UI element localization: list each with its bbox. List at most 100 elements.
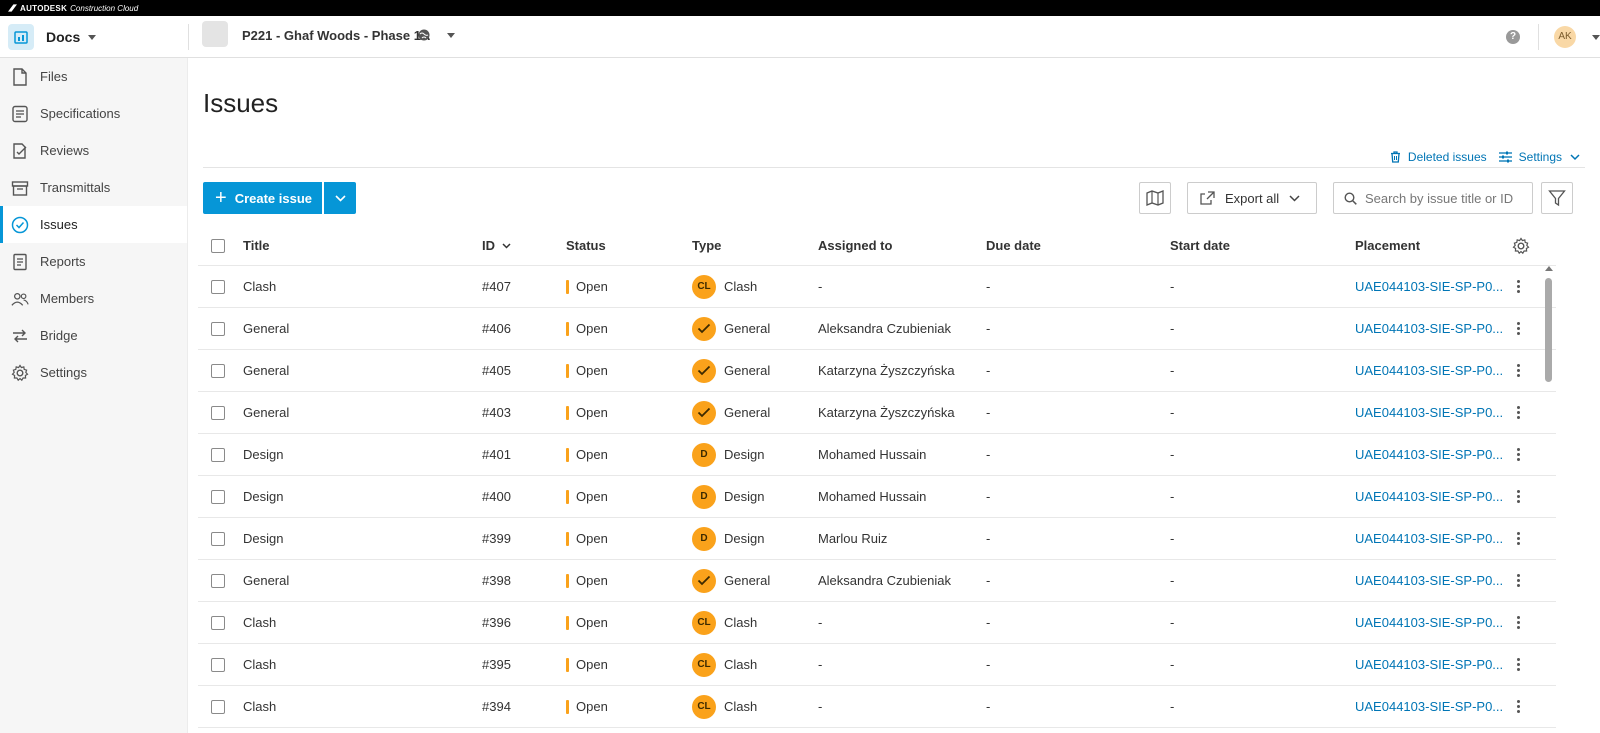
row-more-button[interactable]	[1516, 266, 1520, 307]
issue-id: #406	[482, 321, 511, 336]
help-icon[interactable]: ?	[1506, 30, 1520, 44]
scrollbar-thumb[interactable]	[1545, 278, 1552, 382]
project-thumbnail[interactable]	[202, 21, 228, 47]
column-header-placement[interactable]: Placement	[1355, 226, 1420, 265]
issue-title[interactable]: Clash	[243, 602, 276, 643]
issue-due-date: -	[986, 321, 991, 336]
type-label: Clash	[724, 615, 758, 630]
column-header-id[interactable]: ID	[482, 226, 511, 265]
table-row[interactable]: General #403 Open General Katarzyna Żyszczyń…	[198, 392, 1556, 434]
row-checkbox[interactable]	[211, 615, 225, 630]
main-content: Issues Deleted issues Settings + Create …	[188, 58, 1600, 733]
column-header-start-date[interactable]: Start date	[1170, 226, 1230, 265]
column-header-title[interactable]: Title	[243, 226, 270, 265]
issue-title[interactable]: Clash	[243, 644, 276, 685]
issue-placement-link[interactable]: UAE044103-SIE-SP-P0...	[1355, 686, 1503, 727]
issue-title[interactable]: Clash	[243, 266, 276, 307]
project-chevron-down-icon[interactable]	[447, 33, 455, 38]
deleted-issues-link[interactable]: Deleted issues	[1390, 150, 1487, 164]
row-checkbox[interactable]	[211, 363, 225, 378]
issue-title[interactable]: General	[243, 308, 289, 349]
row-checkbox[interactable]	[211, 531, 225, 546]
table-row[interactable]: Design #399 Open D Design Marlou Ruiz - - UAE044…	[198, 518, 1556, 560]
sidebar-item-bridge[interactable]: Bridge	[0, 317, 187, 354]
issue-placement-link[interactable]: UAE044103-SIE-SP-P0...	[1355, 350, 1503, 391]
row-more-button[interactable]	[1516, 686, 1520, 727]
issue-title[interactable]: General	[243, 560, 289, 601]
row-more-button[interactable]	[1516, 434, 1520, 475]
issue-placement-link[interactable]: UAE044103-SIE-SP-P0...	[1355, 644, 1503, 685]
sidebar-item-specifications[interactable]: Specifications	[0, 95, 187, 132]
row-more-button[interactable]	[1516, 392, 1520, 433]
row-checkbox[interactable]	[211, 405, 225, 420]
map-view-button[interactable]	[1139, 182, 1171, 214]
issue-placement-link[interactable]: UAE044103-SIE-SP-P0...	[1355, 308, 1503, 349]
column-settings-button[interactable]	[1512, 226, 1530, 265]
issue-title[interactable]: General	[243, 350, 289, 391]
row-checkbox[interactable]	[211, 699, 225, 714]
issue-title[interactable]: Design	[243, 518, 283, 559]
status-indicator	[566, 489, 569, 504]
row-more-button[interactable]	[1516, 560, 1520, 601]
column-header-type[interactable]: Type	[692, 226, 721, 265]
issue-placement-link[interactable]: UAE044103-SIE-SP-P0...	[1355, 266, 1503, 307]
table-row[interactable]: General #406 Open General Aleksandra Czubien…	[198, 308, 1556, 350]
status-label: Open	[576, 657, 608, 672]
column-header-status[interactable]: Status	[566, 226, 606, 265]
sidebar-item-issues[interactable]: Issues	[0, 206, 187, 243]
sidebar-item-members[interactable]: Members	[0, 280, 187, 317]
create-issue-button[interactable]: + Create issue	[203, 182, 322, 214]
row-checkbox[interactable]	[211, 321, 225, 336]
row-checkbox[interactable]	[211, 279, 225, 294]
table-row[interactable]: Clash #396 Open CL Clash - - - UAE044103-SIE-SP-…	[198, 602, 1556, 644]
more-vertical-icon	[1516, 322, 1520, 335]
table-row[interactable]: Design #400 Open D Design Mohamed Hussain - - UA…	[198, 476, 1556, 518]
project-selector[interactable]: P221 - Ghaf Woods - Phase 1A	[242, 28, 430, 43]
table-scrollbar[interactable]	[1543, 266, 1553, 733]
column-header-due-date[interactable]: Due date	[986, 226, 1041, 265]
row-more-button[interactable]	[1516, 308, 1520, 349]
issue-placement-link[interactable]: UAE044103-SIE-SP-P0...	[1355, 518, 1503, 559]
issue-title[interactable]: Design	[243, 434, 283, 475]
column-header-assigned-to[interactable]: Assigned to	[818, 226, 892, 265]
row-more-button[interactable]	[1516, 602, 1520, 643]
row-more-button[interactable]	[1516, 518, 1520, 559]
issue-due-date: -	[986, 489, 991, 504]
table-row[interactable]: General #405 Open General Katarzyna Żyszczyń…	[198, 350, 1556, 392]
table-row[interactable]: Clash #407 Open CL Clash - - - UAE044103-SIE-SP-…	[198, 266, 1556, 308]
search-input[interactable]	[1365, 190, 1525, 206]
user-menu-chevron-down-icon[interactable]	[1592, 35, 1600, 40]
user-avatar[interactable]: AK	[1554, 26, 1576, 48]
sidebar-item-settings[interactable]: Settings	[0, 354, 187, 391]
issue-placement-link[interactable]: UAE044103-SIE-SP-P0...	[1355, 476, 1503, 517]
issue-placement-link[interactable]: UAE044103-SIE-SP-P0...	[1355, 560, 1503, 601]
sidebar-item-reports[interactable]: Reports	[0, 243, 187, 280]
settings-link[interactable]: Settings	[1498, 150, 1580, 164]
issue-placement-link[interactable]: UAE044103-SIE-SP-P0...	[1355, 602, 1503, 643]
table-row[interactable]: Clash #394 Open CL Clash - - - UAE044103-SIE-SP-…	[198, 686, 1556, 728]
export-all-button[interactable]: Export all	[1187, 182, 1317, 214]
issue-placement-link[interactable]: UAE044103-SIE-SP-P0...	[1355, 434, 1503, 475]
row-checkbox[interactable]	[211, 447, 225, 462]
issue-placement-link[interactable]: UAE044103-SIE-SP-P0...	[1355, 392, 1503, 433]
issue-title[interactable]: Design	[243, 476, 283, 517]
row-more-button[interactable]	[1516, 476, 1520, 517]
table-row[interactable]: General #398 Open General Aleksandra Czubien…	[198, 560, 1556, 602]
filter-button[interactable]	[1541, 182, 1573, 214]
scroll-up-arrow-icon[interactable]	[1545, 266, 1553, 271]
module-switcher[interactable]: Docs	[8, 24, 97, 50]
row-checkbox[interactable]	[211, 489, 225, 504]
select-all-checkbox[interactable]	[211, 238, 225, 253]
row-checkbox[interactable]	[211, 573, 225, 588]
issue-title[interactable]: Clash	[243, 686, 276, 727]
row-checkbox[interactable]	[211, 657, 225, 672]
row-more-button[interactable]	[1516, 350, 1520, 391]
sidebar-item-files[interactable]: Files	[0, 58, 187, 95]
issue-title[interactable]: General	[243, 392, 289, 433]
table-row[interactable]: Design #401 Open D Design Mohamed Hussain - - UA…	[198, 434, 1556, 476]
sidebar-item-transmittals[interactable]: Transmittals	[0, 169, 187, 206]
sidebar-item-reviews[interactable]: Reviews	[0, 132, 187, 169]
table-row[interactable]: Clash #395 Open CL Clash - - - UAE044103-SIE-SP-…	[198, 644, 1556, 686]
row-more-button[interactable]	[1516, 644, 1520, 685]
create-issue-dropdown-button[interactable]	[324, 182, 356, 214]
